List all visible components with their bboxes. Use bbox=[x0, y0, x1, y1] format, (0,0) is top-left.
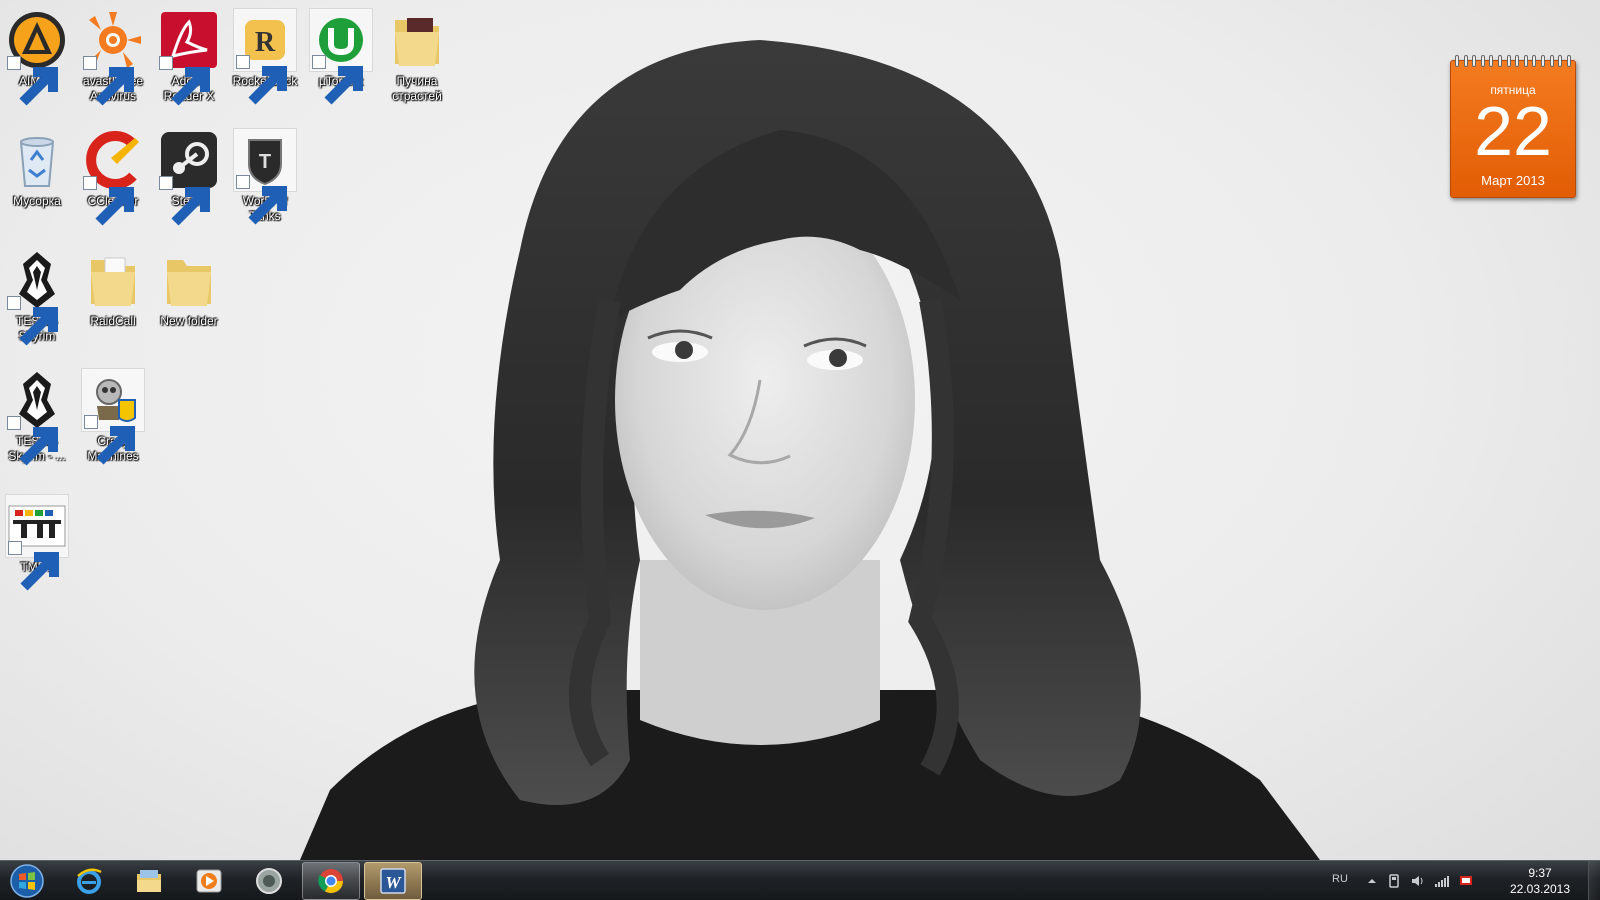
calendar-rings bbox=[1455, 55, 1571, 69]
desktop-icon-world-of-tanks[interactable]: T World of Tanks bbox=[228, 128, 302, 225]
desktop-icon-raidcall[interactable]: RaidCall bbox=[76, 248, 150, 329]
internet-explorer-icon bbox=[77, 868, 102, 894]
calendar-month-year: Март 2013 bbox=[1481, 173, 1545, 188]
network-signal-icon bbox=[1435, 876, 1449, 887]
media-player-icon bbox=[196, 869, 222, 893]
shortcut-arrow-icon bbox=[83, 56, 134, 106]
shortcut-arrow-icon bbox=[159, 176, 210, 226]
desktop-icon-ccleaner[interactable]: CCleaner bbox=[76, 128, 150, 226]
desktop-icon-aimp3[interactable]: AIMP3 bbox=[0, 8, 74, 106]
desktop-icon-recycle-bin[interactable]: Мусорка bbox=[0, 128, 74, 209]
desktop-icon-steam[interactable]: Steam bbox=[152, 128, 226, 226]
desktop-icon-label: New folder bbox=[160, 314, 218, 328]
desktop-icon-utorrent[interactable]: µTorrent bbox=[304, 8, 378, 105]
desktop-icon-puchina-strastey[interactable]: Пучина страстей bbox=[380, 8, 454, 104]
shortcut-arrow-icon bbox=[236, 175, 287, 225]
recycle-bin-icon bbox=[19, 137, 55, 187]
tray-volume-icon[interactable] bbox=[1410, 873, 1426, 889]
taskbar-word[interactable]: W bbox=[364, 862, 422, 900]
desktop-icon-new-folder[interactable]: New folder bbox=[152, 248, 226, 329]
shortcut-arrow-icon bbox=[7, 56, 58, 106]
folder-icon bbox=[167, 260, 211, 306]
tray-usb-icon[interactable] bbox=[1386, 873, 1402, 889]
shortcut-arrow-icon bbox=[8, 541, 59, 591]
taskbar-generic-app[interactable] bbox=[240, 862, 298, 900]
tray-action-center-icon[interactable] bbox=[1458, 873, 1474, 889]
clock-time: 9:37 bbox=[1528, 866, 1552, 880]
desktop-icon-crazy-machines[interactable]: Crazy Machines bbox=[76, 368, 150, 465]
calendar-day: 22 bbox=[1474, 92, 1552, 170]
folder-icon bbox=[395, 18, 439, 66]
show-hidden-icons-button[interactable] bbox=[1364, 873, 1380, 889]
shortcut-arrow-icon bbox=[159, 56, 210, 106]
start-button[interactable] bbox=[4, 862, 50, 900]
shortcut-arrow-icon bbox=[84, 415, 135, 465]
desktop-icon-avast[interactable]: avast! Free Antivirus bbox=[76, 8, 150, 106]
desktop-icon-adobe-reader[interactable]: Adobe Reader X bbox=[152, 8, 226, 106]
system-tray: RU 9:37 22.03.2013 bbox=[1300, 861, 1600, 900]
chevron-up-icon bbox=[1368, 879, 1376, 883]
action-center-flag-icon bbox=[1460, 876, 1472, 885]
svg-text:T: T bbox=[259, 151, 271, 173]
desktop-icon-label: RaidCall bbox=[90, 314, 136, 328]
word-icon: W bbox=[380, 868, 406, 894]
shortcut-arrow-icon bbox=[312, 55, 363, 105]
svg-text:R: R bbox=[255, 27, 276, 58]
desktop-icon-tmuf[interactable]: TMUF bbox=[0, 494, 74, 591]
shortcut-arrow-icon bbox=[7, 416, 58, 466]
usb-device-icon bbox=[1389, 874, 1399, 888]
taskbar-windows-explorer[interactable] bbox=[120, 862, 178, 900]
tray-network-icon[interactable] bbox=[1434, 873, 1450, 889]
chrome-icon bbox=[318, 869, 343, 894]
desktop-icon-label: Пучина страстей bbox=[392, 74, 442, 103]
shortcut-arrow-icon bbox=[83, 176, 134, 226]
volume-icon bbox=[1412, 876, 1423, 886]
taskbar-internet-explorer[interactable] bbox=[60, 862, 118, 900]
desktop-icon-skyrim[interactable]: TES V - Skyrim bbox=[0, 248, 74, 346]
clock-date: 22.03.2013 bbox=[1509, 882, 1571, 896]
windows-start-orb-icon bbox=[10, 864, 44, 898]
calendar-gadget[interactable]: пятница 22 Март 2013 bbox=[1450, 55, 1576, 198]
shortcut-arrow-icon bbox=[7, 296, 58, 346]
desktop-icon-label: Мусорка bbox=[13, 194, 61, 208]
taskbar-chrome[interactable] bbox=[302, 862, 360, 900]
show-desktop-button[interactable] bbox=[1588, 861, 1600, 900]
folder-icon bbox=[91, 257, 135, 306]
desktop-icon-skyrim-2[interactable]: TES V - Skyrim - ... bbox=[0, 368, 74, 466]
generic-app-icon bbox=[256, 868, 282, 894]
shortcut-arrow-icon bbox=[236, 55, 287, 105]
taskbar-media-player[interactable] bbox=[180, 862, 238, 900]
windows-explorer-icon bbox=[137, 870, 161, 892]
language-indicator[interactable]: RU bbox=[1332, 873, 1348, 885]
taskbar: W RU 9:37 22.03.2013 bbox=[0, 860, 1600, 900]
taskbar-clock[interactable]: 9:37 22.03.2013 bbox=[1500, 865, 1580, 897]
svg-text:W: W bbox=[385, 873, 402, 892]
desktop-icon-rocketdock[interactable]: R RocketDock bbox=[228, 8, 302, 105]
